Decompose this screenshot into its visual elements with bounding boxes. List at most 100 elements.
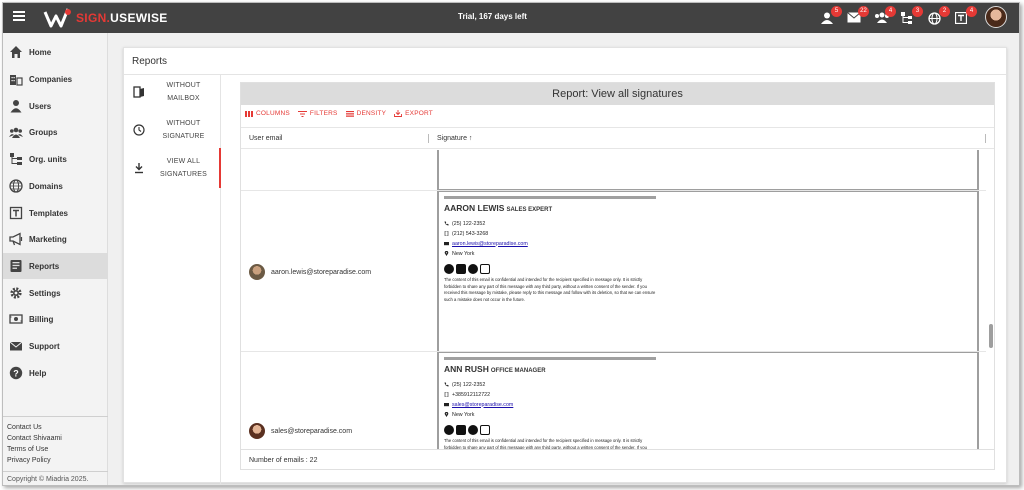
sidebar-item-billing[interactable]: Billing	[3, 306, 108, 332]
home-icon	[10, 46, 22, 58]
columns-button[interactable]: COLUMNS	[245, 110, 290, 117]
report-nav-line: SIGNATURES	[160, 171, 207, 178]
youtube-icon[interactable]	[456, 264, 466, 274]
density-label: DENSITY	[356, 110, 387, 117]
scrollbar-thumb[interactable]	[989, 324, 993, 348]
org-units-badge: 3	[912, 6, 923, 17]
column-separator[interactable]	[985, 134, 986, 143]
grid-toolbar: COLUMNS FILTERS DENSITY EXPORT	[245, 110, 433, 117]
export-icon	[394, 110, 403, 117]
signature-cell: AARON LEWIS SALES EXPERT (25) 122-2352 (2…	[437, 191, 979, 351]
profile-avatar[interactable]	[985, 6, 1007, 28]
sidebar-item-reports[interactable]: Reports	[3, 253, 108, 279]
filters-label: FILTERS	[309, 110, 338, 117]
sidebar-item-groups[interactable]: Groups	[3, 119, 108, 145]
sidebar-item-settings[interactable]: Settings	[3, 280, 108, 306]
mail-icon[interactable]: 22	[845, 6, 869, 27]
column-separator[interactable]	[428, 134, 429, 143]
social-icons	[444, 264, 659, 274]
instagram-icon[interactable]	[480, 425, 490, 435]
globe-icon	[9, 179, 23, 193]
vertical-scrollbar[interactable]	[988, 150, 994, 449]
mail-link[interactable]: sales@storeparadise.com	[452, 402, 513, 408]
mail-link[interactable]: aaron.lewis@storeparadise.com	[452, 241, 528, 247]
location-icon	[444, 251, 449, 256]
report-without-signature[interactable]: WITHOUT SIGNATURE	[124, 115, 221, 143]
pinterest-icon[interactable]	[468, 425, 478, 435]
users-icon[interactable]: 5	[818, 6, 842, 27]
instagram-icon[interactable]	[480, 264, 490, 274]
link-privacy[interactable]: Privacy Policy	[7, 455, 108, 466]
sidebar-item-support[interactable]: Support	[3, 333, 108, 359]
groups-badge: 4	[885, 6, 896, 17]
density-button[interactable]: DENSITY	[345, 110, 387, 117]
gear-icon	[10, 287, 22, 299]
table-row[interactable]: aaron.lewis@storeparadise.com AARON LEWI…	[241, 191, 986, 352]
table-row[interactable]: sales@storeparadise.com ANN RUSH OFFICE M…	[241, 352, 986, 449]
table-row[interactable]	[241, 150, 986, 191]
copyright: Copyright © Miadria 2025.	[3, 471, 108, 485]
location-value: New York	[452, 250, 475, 257]
sidebar-item-help[interactable]: ? Help	[3, 360, 108, 386]
signature-cell: ANN RUSH OFFICE MANAGER (25) 122-2352 +38…	[437, 352, 979, 449]
org-units-icon[interactable]: 3	[899, 6, 923, 27]
avatar	[249, 264, 265, 280]
signature-title: OFFICE MANAGER	[490, 368, 546, 374]
sidebar-item-companies[interactable]: Companies	[3, 66, 108, 92]
link-contact-us[interactable]: Contact Us	[7, 422, 108, 433]
export-label: EXPORT	[405, 110, 433, 117]
templates-icon[interactable]: 4	[953, 6, 977, 27]
link-terms[interactable]: Terms of Use	[7, 444, 108, 455]
export-button[interactable]: EXPORT	[394, 110, 433, 117]
sidebar-item-label: Groups	[29, 127, 58, 137]
sidebar-item-marketing[interactable]: Marketing	[3, 226, 108, 252]
report-without-mailbox[interactable]: WITHOUT MAILBOX	[124, 77, 221, 105]
sidebar-item-label: Help	[29, 368, 47, 378]
mobile-value: +385912112722	[452, 391, 491, 398]
sidebar-item-org-units[interactable]: Org. units	[3, 146, 108, 172]
report-nav-line: MAILBOX	[167, 95, 200, 102]
user-email: aaron.lewis@storeparadise.com	[271, 268, 372, 276]
column-user-email[interactable]: User email	[249, 135, 282, 142]
sidebar-item-home[interactable]: Home	[3, 39, 108, 65]
filters-button[interactable]: FILTERS	[297, 110, 338, 117]
facebook-icon[interactable]	[444, 425, 454, 435]
org-units-icon	[10, 153, 22, 165]
report-nav-label: WITHOUT MAILBOX	[156, 79, 211, 105]
groups-icon[interactable]: 4	[872, 6, 896, 27]
svg-text:?: ?	[13, 368, 19, 378]
domains-icon[interactable]: 2	[926, 6, 950, 27]
sidebar-item-users[interactable]: Users	[3, 93, 108, 119]
sidebar-item-templates[interactable]: Templates	[3, 200, 108, 226]
report-nav-label: VIEW ALL SIGNATURES	[156, 155, 211, 181]
mail-badge: 22	[858, 6, 869, 17]
youtube-icon[interactable]	[456, 425, 466, 435]
divider	[124, 74, 1006, 75]
companies-icon	[10, 75, 23, 86]
user-icon	[10, 100, 22, 113]
location-icon	[444, 412, 449, 417]
top-icon-group: 5 22 4 3 2 4	[818, 6, 977, 27]
link-contact-shivaami[interactable]: Contact Shivaami	[7, 433, 108, 444]
grid-footer: Number of emails : 22	[241, 449, 994, 471]
signature-phone: (25) 122-2352	[444, 219, 659, 228]
mobile-icon	[444, 231, 449, 236]
pinterest-icon[interactable]	[468, 264, 478, 274]
sidebar: Home Companies Users Groups Org. units D…	[3, 33, 108, 485]
report-view-all-signatures[interactable]: VIEW ALL SIGNATURES	[124, 148, 221, 188]
users-badge: 5	[831, 6, 842, 17]
envelope-icon	[9, 341, 23, 351]
menu-icon[interactable]	[13, 11, 25, 21]
sidebar-item-domains[interactable]: Domains	[3, 173, 108, 199]
sidebar-item-label: Billing	[29, 314, 54, 324]
signature-name: ANN RUSH OFFICE MANAGER	[444, 364, 659, 374]
phone-value: (25) 122-2352	[452, 220, 486, 227]
sidebar-item-label: Org. units	[29, 154, 67, 164]
social-icons	[444, 425, 659, 435]
column-signature[interactable]: Signature ↑	[437, 135, 472, 142]
signature-mobile: +385912112722	[444, 390, 659, 399]
facebook-icon[interactable]	[444, 264, 454, 274]
signature-person: AARON LEWIS	[444, 203, 505, 213]
user-email: sales@storeparadise.com	[271, 427, 353, 435]
report-nav-line: VIEW ALL	[166, 158, 201, 165]
